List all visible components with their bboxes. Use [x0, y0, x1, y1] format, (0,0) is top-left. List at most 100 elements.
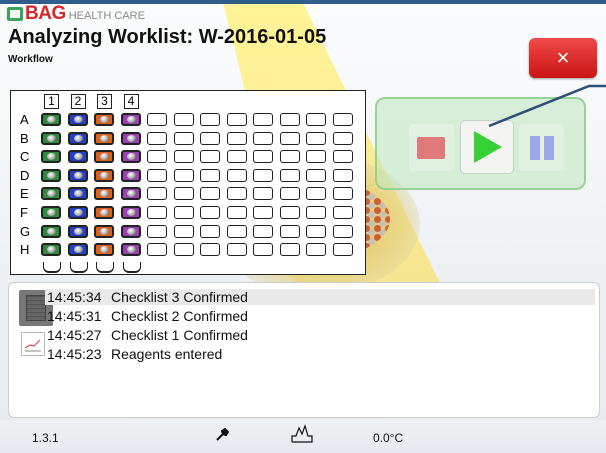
plate-well[interactable] [147, 224, 167, 238]
plate-well[interactable] [120, 150, 141, 164]
plate-well[interactable] [226, 131, 247, 145]
plate-well[interactable] [147, 187, 167, 201]
plate-well[interactable] [67, 224, 88, 238]
plate-well[interactable] [173, 206, 194, 219]
stop-button[interactable] [409, 124, 454, 171]
plate-well[interactable] [67, 187, 88, 201]
plate-well[interactable] [94, 131, 114, 145]
plate-well[interactable] [253, 150, 273, 164]
plate-well[interactable] [226, 168, 247, 182]
plate-well[interactable] [332, 206, 353, 219]
plate-well[interactable] [147, 168, 167, 182]
plate-well[interactable] [94, 224, 114, 238]
plate-well[interactable] [253, 131, 273, 145]
plate-well[interactable] [173, 113, 194, 126]
plate-well[interactable] [226, 150, 247, 164]
plate-well[interactable] [120, 224, 141, 238]
plate-well[interactable] [120, 206, 141, 219]
plate-well[interactable] [253, 168, 273, 182]
plate-well[interactable] [332, 243, 353, 257]
plate-well[interactable] [94, 206, 114, 219]
plate-well[interactable] [120, 187, 141, 201]
plate-well[interactable] [306, 168, 326, 182]
plate-well[interactable] [279, 206, 300, 219]
plate-well[interactable] [147, 243, 167, 257]
plate-well[interactable] [226, 243, 247, 257]
plate-well[interactable] [41, 224, 61, 238]
plate-well[interactable] [147, 150, 167, 164]
plate-well[interactable] [200, 113, 220, 126]
plate-well[interactable] [67, 113, 88, 126]
plate-well[interactable] [332, 168, 353, 182]
plate-well[interactable] [279, 224, 300, 238]
plate-well[interactable] [306, 243, 326, 257]
log-entry[interactable]: 14:45:34 Checklist 3 Confirmed [45, 289, 595, 305]
plate-well[interactable] [253, 187, 273, 201]
plate-well[interactable] [332, 187, 353, 201]
plate-well[interactable] [279, 168, 300, 182]
plate-well[interactable] [306, 131, 326, 145]
plate-well[interactable] [41, 168, 61, 182]
plate-well[interactable] [253, 206, 273, 219]
plate-well[interactable] [200, 243, 220, 257]
plate-well[interactable] [94, 113, 114, 126]
log-entry[interactable]: 14:45:27 Checklist 1 Confirmed [47, 327, 248, 343]
plate-well[interactable] [226, 206, 247, 219]
plate-well[interactable] [332, 131, 353, 145]
plate-well[interactable] [279, 187, 300, 201]
log-entry[interactable]: 14:45:31 Checklist 2 Confirmed [47, 308, 248, 324]
plate-well[interactable] [200, 187, 220, 201]
plate-well[interactable] [173, 224, 194, 238]
plate-well[interactable] [94, 150, 114, 164]
plate-well[interactable] [226, 224, 247, 238]
plate-well[interactable] [94, 168, 114, 182]
plate-well[interactable] [94, 187, 114, 201]
plate-well[interactable] [173, 150, 194, 164]
plate-well[interactable] [279, 131, 300, 145]
plate-well[interactable] [41, 113, 61, 126]
plate-well[interactable] [253, 243, 273, 257]
plate-well[interactable] [200, 168, 220, 182]
plate-well[interactable] [226, 113, 247, 126]
plate-well[interactable] [306, 150, 326, 164]
plate-well[interactable] [200, 206, 220, 219]
plate-well[interactable] [306, 206, 326, 219]
plate-well[interactable] [332, 224, 353, 238]
plate-well[interactable] [67, 168, 88, 182]
plate-well[interactable] [253, 224, 273, 238]
log-entry[interactable]: 14:45:23 Reagents entered [47, 346, 222, 362]
plate-well[interactable] [306, 224, 326, 238]
plate-well[interactable] [67, 206, 88, 219]
plate-well[interactable] [147, 131, 167, 145]
plate-well[interactable] [67, 150, 88, 164]
plate-well[interactable] [120, 168, 141, 182]
plate-well[interactable] [200, 131, 220, 145]
plate-well[interactable] [173, 168, 194, 182]
plate-well[interactable] [200, 150, 220, 164]
chart-icon[interactable] [21, 332, 45, 356]
plate-well[interactable] [41, 243, 61, 257]
plate-well[interactable] [147, 206, 167, 219]
plate-well[interactable] [332, 150, 353, 164]
plate-well[interactable] [173, 187, 194, 201]
plate-well[interactable] [279, 243, 300, 257]
wrench-icon[interactable] [215, 428, 229, 442]
plate-well[interactable] [147, 113, 167, 126]
plate-well[interactable] [253, 113, 273, 126]
plate-well[interactable] [279, 150, 300, 164]
plate-well[interactable] [173, 131, 194, 145]
plate-well[interactable] [332, 113, 353, 126]
plate-well[interactable] [120, 131, 141, 145]
plate-well[interactable] [306, 113, 326, 126]
plate-well[interactable] [41, 206, 61, 219]
plate-well[interactable] [67, 243, 88, 257]
plate-well[interactable] [173, 243, 194, 257]
plate-well[interactable] [41, 131, 61, 145]
plate-well[interactable] [120, 243, 141, 257]
plate-well[interactable] [226, 187, 247, 201]
close-button[interactable]: × [529, 38, 597, 78]
graph-icon[interactable] [291, 424, 317, 444]
play-button[interactable] [460, 120, 514, 174]
plate-well[interactable] [120, 113, 141, 126]
plate-well[interactable] [279, 113, 300, 126]
